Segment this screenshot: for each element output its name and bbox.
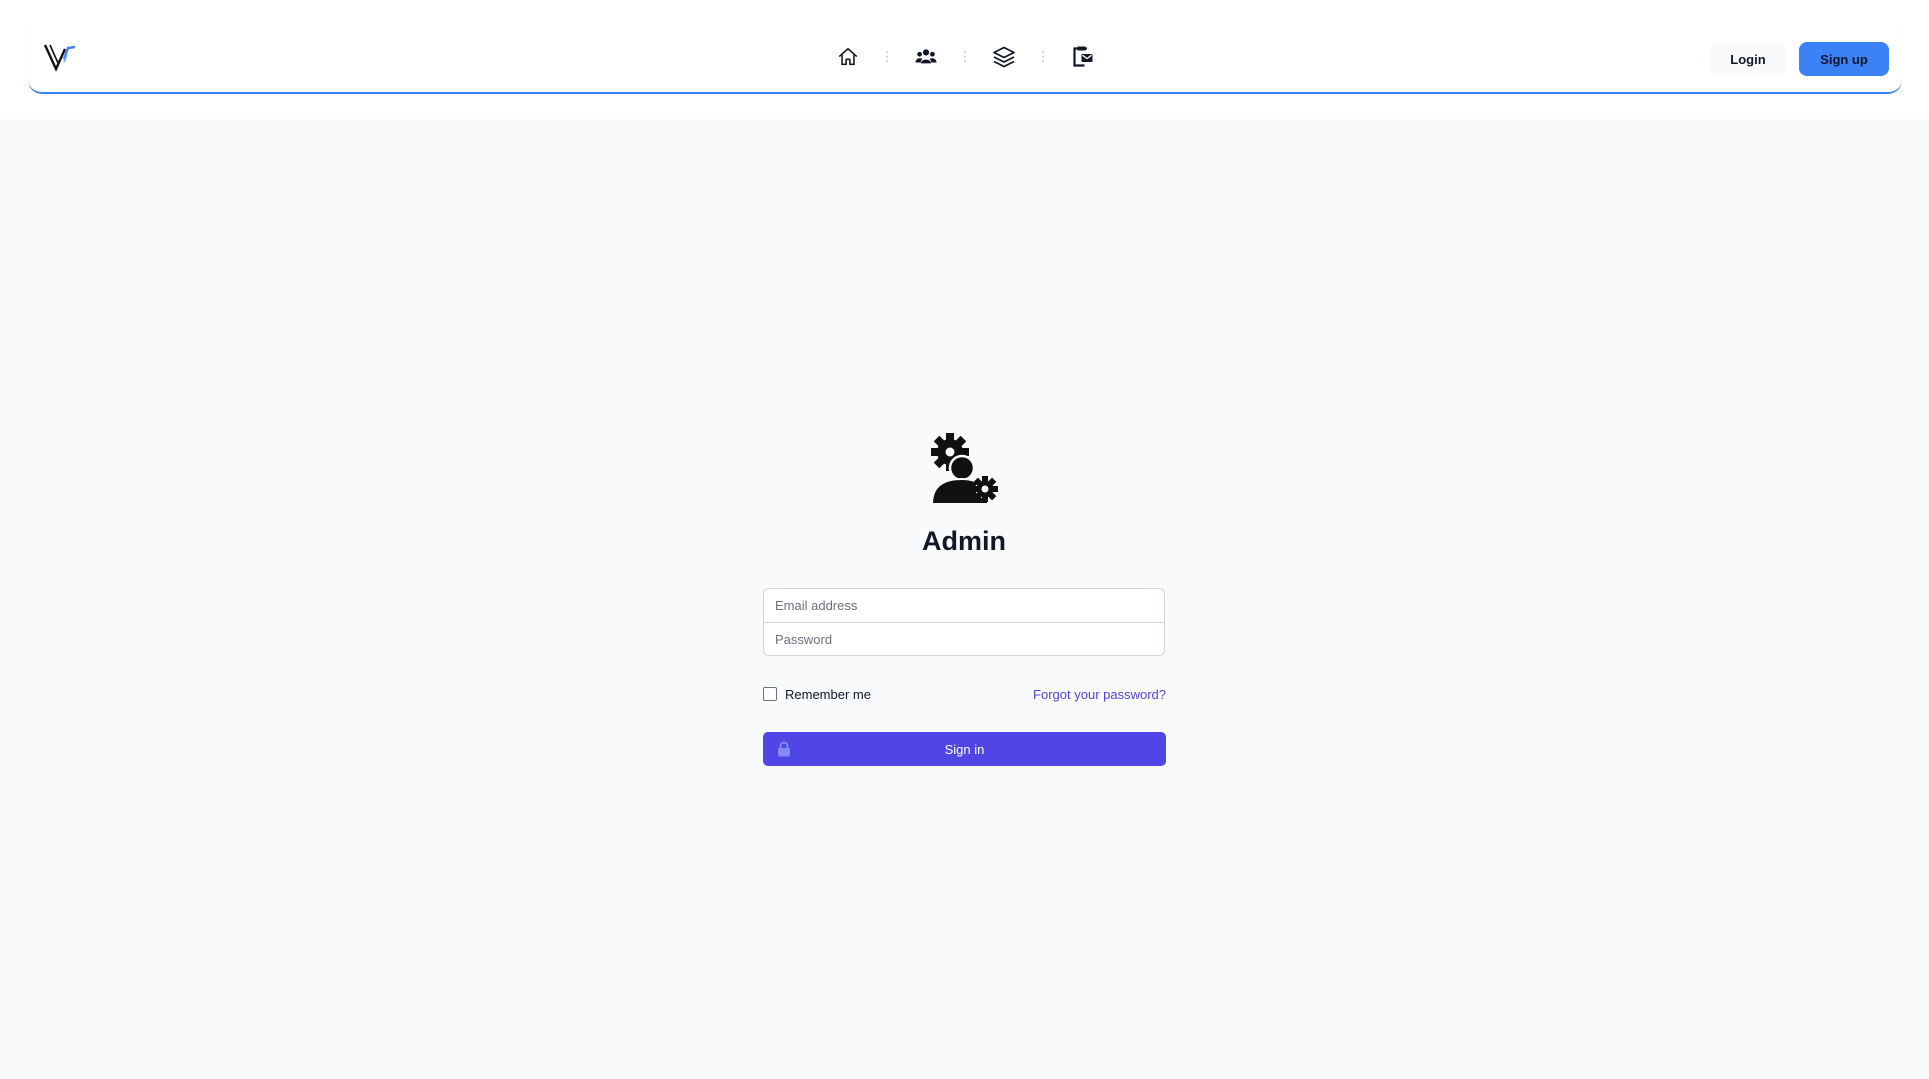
remember-me-checkbox[interactable] — [763, 687, 777, 701]
email-field[interactable] — [764, 589, 1164, 622]
nav-separator — [940, 50, 990, 64]
lock-icon — [777, 741, 791, 757]
remember-me-label[interactable]: Remember me — [785, 687, 871, 702]
v-logo-icon[interactable] — [42, 40, 82, 74]
nav-icons — [834, 44, 1096, 70]
remember-me: Remember me — [763, 686, 871, 702]
nav-separator — [1018, 50, 1068, 64]
login-button[interactable]: Login — [1710, 43, 1786, 75]
sign-in-label: Sign in — [944, 741, 985, 757]
user-gears-icon — [926, 432, 1000, 506]
sign-in-button[interactable]: Sign in — [763, 732, 1166, 766]
users-icon[interactable] — [912, 44, 940, 70]
layers-icon[interactable] — [990, 44, 1018, 70]
page-title: Admin — [922, 526, 1006, 556]
nav-separator — [862, 50, 912, 64]
password-field[interactable] — [764, 623, 1164, 655]
forgot-password-link[interactable]: Forgot your password? — [1000, 687, 1166, 702]
home-icon[interactable] — [834, 44, 862, 70]
signup-button[interactable]: Sign up — [1799, 42, 1889, 76]
clipboard-mail-icon[interactable] — [1068, 44, 1096, 70]
top-header: Login Sign up — [0, 0, 1929, 119]
navbar: Login Sign up — [28, 20, 1902, 94]
login-form-fields — [763, 588, 1165, 656]
